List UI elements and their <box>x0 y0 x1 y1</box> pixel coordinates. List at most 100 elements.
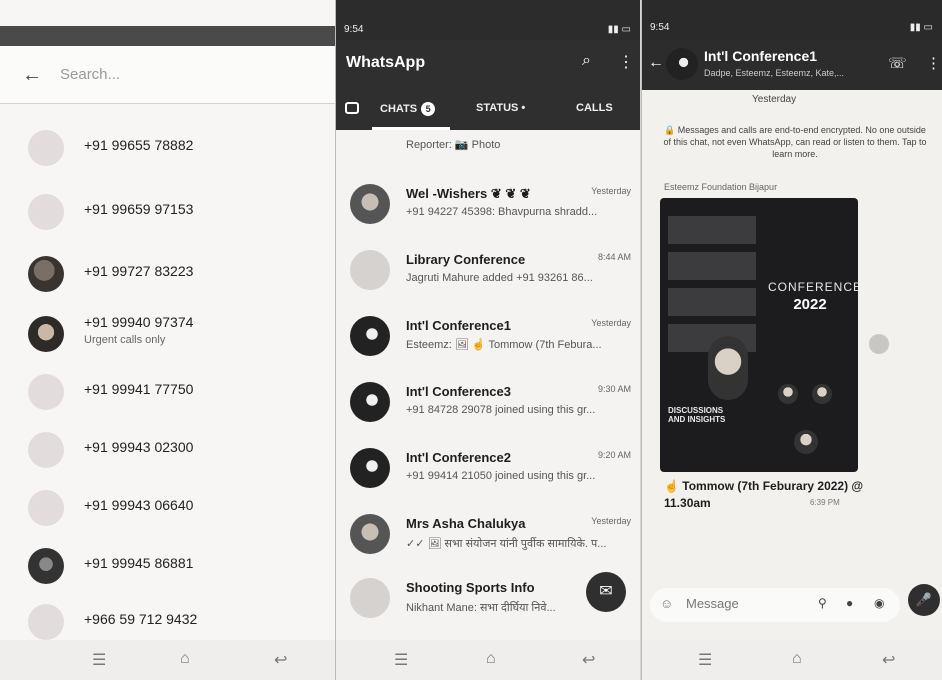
tab-status[interactable]: STATUS • <box>476 102 525 114</box>
default-avatar-icon <box>28 432 64 468</box>
menu-icon[interactable]: ☰ <box>394 650 408 670</box>
chat-last-message: +91 94227 45398: Bhavpurna shradd... <box>406 206 598 218</box>
contact-row[interactable]: +91 99943 06640 <box>0 478 335 536</box>
default-avatar-icon <box>28 374 64 410</box>
camera-icon[interactable] <box>345 102 359 114</box>
back-arrow-icon[interactable]: ← <box>648 54 664 72</box>
avatar <box>350 514 390 554</box>
contacts-search-screen: ← +91 99655 78882 +91 99659 97153 +91 99… <box>0 0 335 680</box>
screenshot-collage: ← +91 99655 78882 +91 99659 97153 +91 99… <box>0 0 942 680</box>
home-icon[interactable]: ⌂ <box>792 650 802 668</box>
group-name: Int'l Conference1 <box>704 48 818 64</box>
chat-name: Wel -Wishers ❦ ❦ ❦ <box>406 186 531 201</box>
contact-row[interactable]: +91 99727 83223 <box>0 244 335 302</box>
default-avatar-icon <box>28 130 64 166</box>
chat-row[interactable]: Library Conference 8:44 AM Jagruti Mahur… <box>336 238 640 302</box>
chat-name: Int'l Conference1 <box>406 318 511 333</box>
chat-time: 9:30 AM <box>597 384 631 394</box>
contact-row[interactable]: +91 99943 02300 <box>0 420 335 478</box>
speaker-photo <box>778 384 798 404</box>
chat-last-message: Reporter: 📷 Photo <box>406 139 501 151</box>
default-avatar-icon <box>28 194 64 230</box>
chat-row[interactable]: Mrs Asha Chalukya Yesterday ✓✓ 🖼 सभा संय… <box>336 502 640 566</box>
image-attachment[interactable]: CONFERENCE 2022 DISCUSSIONS AND INSIGHTS <box>660 198 858 472</box>
menu-icon[interactable]: ☰ <box>92 650 106 670</box>
back-nav-icon[interactable]: ↩ <box>274 650 287 670</box>
search-input[interactable] <box>60 60 300 88</box>
attach-icon[interactable]: ⚲ <box>818 596 827 610</box>
chat-name: Library Conference <box>406 252 526 267</box>
new-chat-button[interactable]: ✉ <box>586 572 626 612</box>
avatar <box>350 578 390 618</box>
back-nav-icon[interactable]: ↩ <box>582 650 595 670</box>
tab-calls[interactable]: CALLS <box>576 102 613 114</box>
menu-icon[interactable]: ☰ <box>698 650 712 670</box>
payment-icon[interactable]: ● <box>846 596 853 610</box>
contact-number: +91 99659 97153 <box>84 201 194 217</box>
chat-time: 9:20 AM <box>597 450 631 460</box>
app-title: WhatsApp <box>346 54 426 71</box>
chat-row[interactable]: Int'l Conference2 9:20 AM +91 99414 2105… <box>336 436 640 500</box>
chat-row[interactable]: Reporter: 📷 Photo <box>336 126 640 160</box>
avatar[interactable] <box>666 48 698 80</box>
default-avatar-icon <box>28 604 64 640</box>
message-icon: ✉ <box>599 583 613 600</box>
chat-name: Int'l Conference2 <box>406 450 511 465</box>
speaker-photo <box>794 430 818 454</box>
battery-icon: ▮▮ ▭ <box>909 22 933 33</box>
contact-number: +91 99940 97374 <box>84 314 194 330</box>
forward-icon[interactable] <box>869 334 889 354</box>
battery-icon: ▮▮ ▭ <box>607 24 631 35</box>
avatar <box>350 382 390 422</box>
avatar <box>28 316 64 352</box>
avatar <box>28 548 64 584</box>
contact-row[interactable]: +91 99945 86881 <box>0 536 335 594</box>
poster-block <box>668 288 756 316</box>
encryption-notice[interactable]: 🔒 Messages and calls are end-to-end encr… <box>660 124 930 160</box>
back-arrow-icon[interactable]: ← <box>22 64 42 87</box>
poster-year: 2022 <box>793 296 827 313</box>
contact-number: +91 99727 83223 <box>84 263 194 279</box>
contact-row[interactable]: +91 99941 77750 <box>0 362 335 420</box>
mic-button[interactable]: 🎤 <box>908 584 940 616</box>
top-status-bar <box>0 26 335 46</box>
avatar <box>28 256 64 292</box>
chat-header[interactable]: ← Int'l Conference1 Dadpe, Esteemz, Este… <box>642 40 942 90</box>
chat-row[interactable]: Int'l Conference1 Yesterday Esteemz: 🖼 ☝… <box>336 304 640 368</box>
add-call-icon[interactable]: ☏ <box>888 54 907 72</box>
more-options-icon[interactable]: ⋮ <box>618 52 634 72</box>
chat-last-message: Nikhant Mane: सभा दीर्घिया निवे... <box>406 602 556 614</box>
speaker-photo <box>708 336 748 400</box>
more-options-icon[interactable]: ⋮ <box>926 54 941 72</box>
chat-name: Mrs Asha Chalukya <box>406 516 526 531</box>
tab-chats[interactable]: CHATS 5 <box>380 102 436 116</box>
home-icon[interactable]: ⌂ <box>180 650 190 668</box>
back-nav-icon[interactable]: ↩ <box>882 650 895 670</box>
search-icon[interactable]: ⌕ <box>582 52 591 70</box>
emoji-icon[interactable]: ☺ <box>660 596 673 611</box>
poster-block <box>668 216 756 244</box>
contact-row[interactable]: +91 99655 78882 <box>0 118 335 176</box>
avatar <box>350 448 390 488</box>
contact-row[interactable]: +91 99659 97153 <box>0 182 335 240</box>
status-time: 9:54 <box>344 24 364 35</box>
camera-icon[interactable]: ◉ <box>874 596 884 610</box>
avatar <box>350 184 390 224</box>
message-input[interactable] <box>686 596 806 611</box>
poster-tagline: DISCUSSIONS AND INSIGHTS <box>668 406 726 424</box>
home-icon[interactable]: ⌂ <box>486 650 496 668</box>
message-sender: Esteemz Foundation Bijapur <box>664 182 778 192</box>
chat-last-message: +91 84728 29078 joined using this gr... <box>406 404 596 416</box>
status-time: 9:54 <box>650 22 670 33</box>
message-time: 6:39 PM <box>810 498 840 507</box>
chat-row[interactable]: Wel -Wishers ❦ ❦ ❦ Yesterday +91 94227 4… <box>336 172 640 236</box>
search-bar: ← <box>0 46 335 104</box>
mic-icon: 🎤 <box>915 592 933 607</box>
contact-row[interactable]: +91 99940 97374 Urgent calls only <box>0 304 335 362</box>
contact-number: +966 59 712 9432 <box>84 611 198 627</box>
status-bar: 9:54 ▮▮ ▭ <box>336 0 640 40</box>
chat-row[interactable]: Int'l Conference3 9:30 AM +91 84728 2907… <box>336 370 640 434</box>
message-caption: ☝ Tommow (7th Feburary 2022) @ 11.30am <box>664 479 864 510</box>
unread-badge: 5 <box>421 102 436 116</box>
date-divider: Yesterday <box>752 94 797 105</box>
